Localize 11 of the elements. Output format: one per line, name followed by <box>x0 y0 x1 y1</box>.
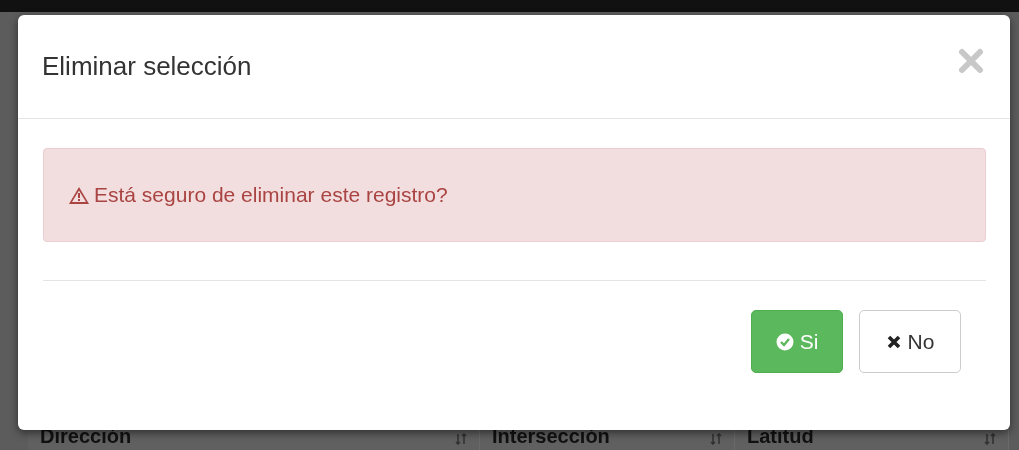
warning-icon <box>68 185 90 205</box>
sort-icon[interactable] <box>710 433 722 445</box>
sort-icon[interactable] <box>984 433 996 445</box>
yes-button[interactable]: Si <box>751 310 843 373</box>
sort-icon[interactable] <box>455 433 467 445</box>
no-button[interactable]: No <box>859 310 961 373</box>
x-icon <box>885 333 902 350</box>
alert-message: Está seguro de eliminar este registro? <box>94 183 448 207</box>
check-circle-icon <box>775 332 794 351</box>
dialog-title: Eliminar selección <box>42 51 252 82</box>
close-icon[interactable] <box>958 47 984 74</box>
